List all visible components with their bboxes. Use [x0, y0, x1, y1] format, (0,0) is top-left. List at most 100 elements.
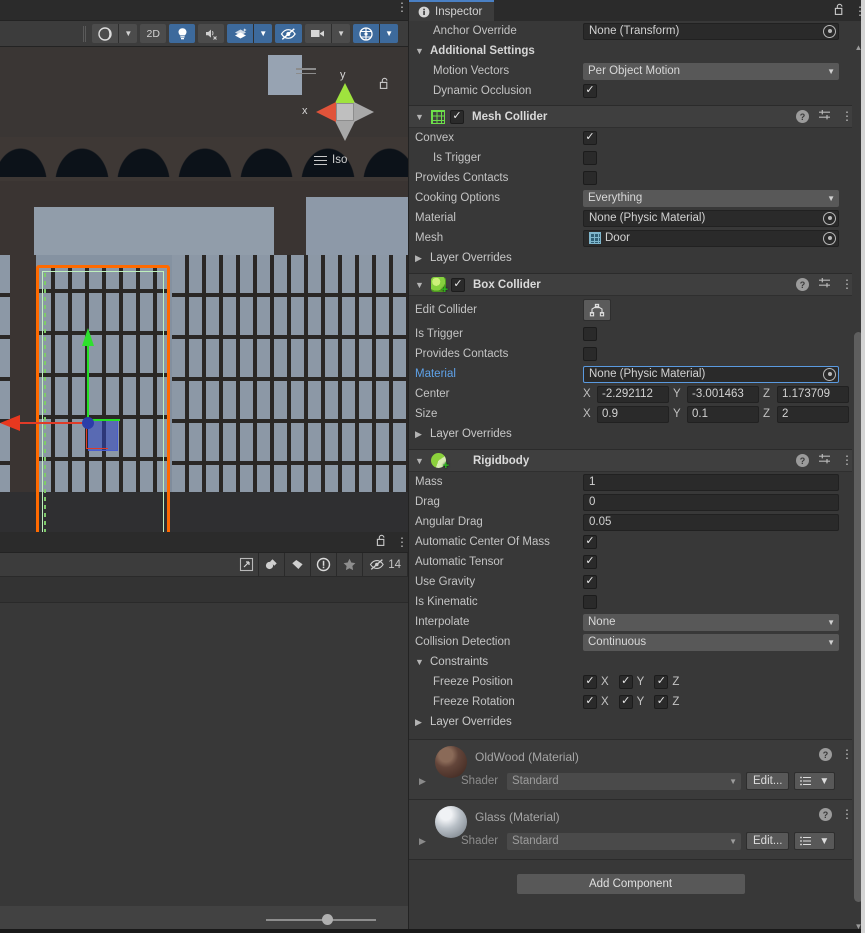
- row-automatic-center-of-mass[interactable]: Automatic Center Of Mass: [409, 532, 852, 552]
- row-motion-vectors[interactable]: Motion Vectors Per Object Motion ▼: [409, 61, 852, 81]
- object-picker-icon[interactable]: [823, 231, 836, 245]
- row-mesh-material[interactable]: Material None (Physic Material): [409, 208, 852, 228]
- anchor-override-field[interactable]: None (Transform): [583, 22, 839, 40]
- shader-dropdown-glass[interactable]: Standard ▼: [507, 832, 741, 850]
- row-automatic-tensor[interactable]: Automatic Tensor: [409, 552, 852, 572]
- gizmo-y-arrow[interactable]: [82, 328, 94, 346]
- chevron-down-icon[interactable]: ▼: [415, 280, 426, 290]
- convex-checkbox[interactable]: [583, 131, 597, 145]
- center-y-input[interactable]: -3.001463: [687, 385, 759, 403]
- scene-view-kebab-icon[interactable]: [396, 3, 400, 12]
- is-kinematic-checkbox[interactable]: [583, 595, 597, 609]
- material-kebab-icon[interactable]: [841, 810, 845, 819]
- lower-panel-warning-button[interactable]: [311, 553, 338, 576]
- mesh-field[interactable]: Door: [583, 229, 839, 247]
- toggle-2d-button[interactable]: 2D: [140, 24, 167, 43]
- foldout-constraints[interactable]: ▼ Constraints: [409, 652, 852, 672]
- mass-input[interactable]: 1: [583, 473, 839, 491]
- scene-effects-dropdown-arrow[interactable]: ▼: [253, 24, 273, 43]
- inspector-kebab-icon[interactable]: [854, 7, 858, 16]
- component-header-rigidbody[interactable]: ▼ Rigidbody ?: [409, 449, 852, 472]
- freeze-position-y-checkbox[interactable]: [618, 675, 633, 689]
- gizmo-x-axis[interactable]: [18, 422, 88, 424]
- material-block-glass[interactable]: Glass (Material) ? ▶ Shader Standard ▼: [409, 799, 852, 859]
- toggle-audio-button[interactable]: [198, 24, 225, 43]
- shading-mode-dropdown-arrow[interactable]: ▼: [118, 24, 138, 43]
- row-mesh[interactable]: Mesh Door: [409, 228, 852, 248]
- scene-orientation-gizmo[interactable]: y x Iso: [294, 61, 394, 176]
- zoom-slider-knob[interactable]: [322, 913, 333, 925]
- row-drag[interactable]: Drag 0: [409, 492, 852, 512]
- row-box-size[interactable]: Size X 0.9 Y 0.1 Z 2: [409, 404, 852, 424]
- preset-icon[interactable]: [818, 277, 832, 292]
- gizmo-y-axis[interactable]: [87, 343, 89, 423]
- drag-input[interactable]: 0: [583, 493, 839, 511]
- cooking-options-dropdown[interactable]: Everything ▼: [583, 189, 839, 207]
- preset-icon[interactable]: [818, 453, 832, 468]
- dynamic-occlusion-checkbox[interactable]: [583, 84, 597, 98]
- component-kebab-icon[interactable]: [841, 112, 845, 121]
- orientation-x-cone[interactable]: [316, 102, 336, 122]
- tab-inspector[interactable]: Inspector: [409, 0, 495, 21]
- size-z-input[interactable]: 2: [777, 405, 849, 423]
- row-edit-collider[interactable]: Edit Collider: [409, 296, 852, 324]
- mesh-collider-enabled-checkbox[interactable]: [450, 109, 464, 124]
- edit-collider-button[interactable]: [583, 299, 611, 321]
- row-use-gravity[interactable]: Use Gravity: [409, 572, 852, 592]
- size-x-input[interactable]: 0.9: [597, 405, 669, 423]
- lower-panel-kebab-icon[interactable]: [396, 538, 400, 547]
- scene-effects-control[interactable]: ▼: [227, 24, 273, 43]
- mesh-provides-contacts-checkbox[interactable]: [583, 171, 597, 185]
- automatic-center-of-mass-checkbox[interactable]: [583, 535, 597, 549]
- lower-panel-body[interactable]: [0, 577, 408, 933]
- component-kebab-icon[interactable]: [841, 456, 845, 465]
- row-freeze-rotation[interactable]: Freeze Rotation X Y Z: [409, 692, 852, 712]
- shader-dropdown-oldwood[interactable]: Standard ▼: [507, 772, 741, 790]
- freeze-position-x-checkbox[interactable]: [583, 675, 597, 689]
- row-angular-drag[interactable]: Angular Drag 0.05: [409, 512, 852, 532]
- row-box-material[interactable]: Material None (Physic Material): [409, 364, 852, 384]
- motion-vectors-dropdown[interactable]: Per Object Motion ▼: [583, 62, 839, 80]
- expand-icon[interactable]: [239, 557, 254, 572]
- row-mesh-is-trigger[interactable]: Is Trigger: [409, 148, 852, 168]
- object-picker-icon[interactable]: [823, 367, 836, 381]
- lower-panel-lock-icon[interactable]: [376, 534, 387, 550]
- collision-detection-dropdown[interactable]: Continuous ▼: [583, 633, 839, 651]
- automatic-tensor-checkbox[interactable]: [583, 555, 597, 569]
- shading-mode-control[interactable]: ▼: [92, 24, 138, 43]
- mesh-is-trigger-checkbox[interactable]: [583, 151, 597, 165]
- row-dynamic-occlusion[interactable]: Dynamic Occlusion: [409, 81, 852, 101]
- orientation-y-cone[interactable]: [335, 83, 355, 103]
- help-icon[interactable]: ?: [796, 278, 809, 291]
- box-collider-enabled-checkbox[interactable]: [451, 277, 465, 292]
- toggle-hidden-objects-button[interactable]: [275, 24, 303, 43]
- help-icon[interactable]: ?: [819, 808, 832, 821]
- component-kebab-icon[interactable]: [841, 280, 845, 289]
- freeze-rotation-x-checkbox[interactable]: [583, 695, 597, 709]
- row-collision-detection[interactable]: Collision Detection Continuous ▼: [409, 632, 852, 652]
- component-header-mesh-collider[interactable]: ▼ Mesh Collider ?: [409, 105, 852, 128]
- angular-drag-input[interactable]: 0.05: [583, 513, 839, 531]
- object-picker-icon[interactable]: [823, 211, 836, 225]
- material-kebab-icon[interactable]: [841, 750, 845, 759]
- orientation-center-cube[interactable]: [336, 103, 354, 121]
- edit-shader-button-glass[interactable]: Edit...: [746, 832, 790, 850]
- lower-panel-paint-button[interactable]: [259, 553, 286, 576]
- lower-panel-search-field[interactable]: [0, 553, 260, 576]
- lower-panel-hidden-count[interactable]: 14: [363, 553, 408, 576]
- material-block-oldwood[interactable]: OldWood (Material) ? ▶ Shader Standard ▼: [409, 739, 852, 799]
- foldout-additional-settings[interactable]: ▼ Additional Settings: [409, 41, 852, 61]
- row-mesh-provides-contacts[interactable]: Provides Contacts: [409, 168, 852, 188]
- preset-icon[interactable]: [818, 109, 832, 124]
- scene-camera-dropdown-arrow[interactable]: ▼: [331, 24, 351, 43]
- gizmo-center-handle[interactable]: [82, 417, 94, 429]
- orientation-right-cone[interactable]: [354, 102, 374, 122]
- row-interpolate[interactable]: Interpolate None ▼: [409, 612, 852, 632]
- shading-mode-icon[interactable]: [92, 24, 119, 43]
- shader-variants-button-glass[interactable]: ▼: [794, 832, 836, 850]
- chevron-right-icon[interactable]: ▶: [419, 836, 431, 847]
- foldout-box-layer-overrides[interactable]: ▶ Layer Overrides: [409, 424, 852, 444]
- orientation-projection-toggle[interactable]: Iso: [314, 153, 347, 168]
- help-icon[interactable]: ?: [796, 110, 809, 123]
- gizmos-dropdown-arrow[interactable]: ▼: [379, 24, 398, 43]
